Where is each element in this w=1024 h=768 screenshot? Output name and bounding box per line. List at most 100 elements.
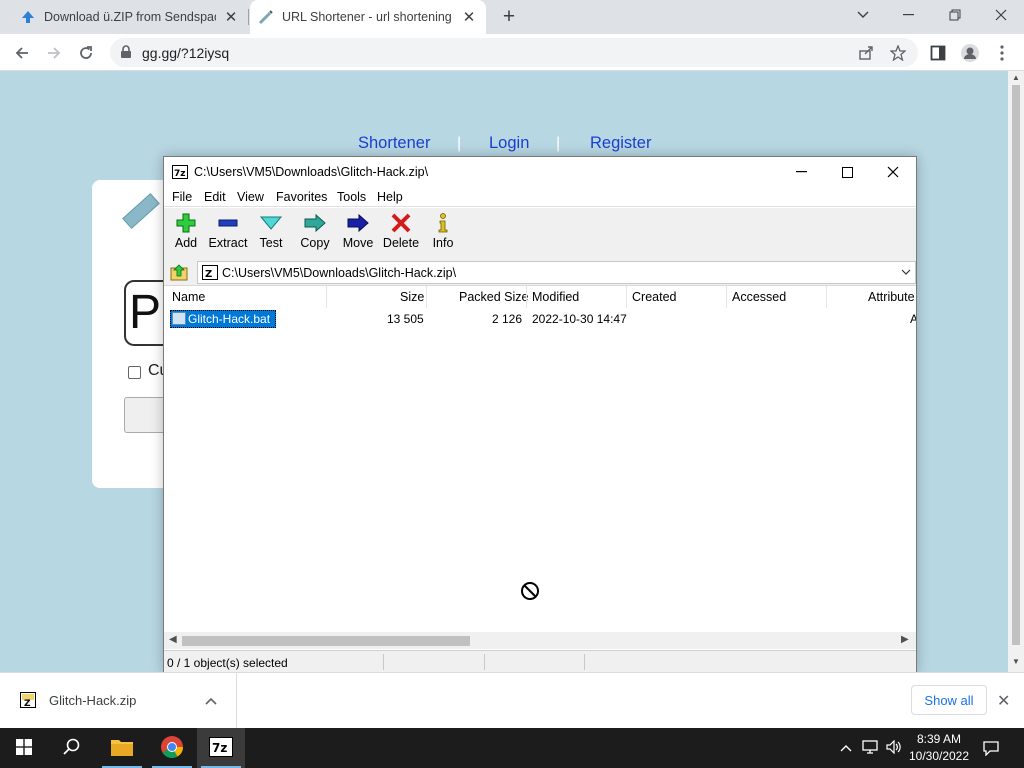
menu-view[interactable]: View: [237, 190, 264, 204]
file-list[interactable]: Name Size Packed Size Modified Created A…: [164, 286, 916, 632]
sevenzip-maximize-button[interactable]: [824, 157, 870, 187]
close-shelf-icon[interactable]: ✕: [997, 691, 1010, 711]
share-icon[interactable]: [857, 44, 875, 62]
column-divider: [326, 286, 327, 308]
system-clock[interactable]: 8:39 AM 10/30/2022: [906, 731, 972, 765]
sevenzip-titlebar[interactable]: 7z C:\Users\VM5\Downloads\Glitch-Hack.zi…: [164, 157, 916, 187]
nav-register-link[interactable]: Register: [590, 134, 651, 153]
menu-favorites[interactable]: Favorites: [276, 190, 327, 204]
scroll-left-icon[interactable]: ◀: [169, 634, 177, 645]
col-name[interactable]: Name: [172, 290, 205, 304]
archive-icon: Z: [202, 265, 218, 280]
col-modified[interactable]: Modified: [532, 290, 579, 304]
sevenzip-taskbar-button[interactable]: 7z: [197, 728, 245, 768]
svg-text:Z: Z: [24, 699, 31, 708]
move-label: Move: [342, 236, 374, 250]
menu-edit[interactable]: Edit: [204, 190, 226, 204]
address-bar[interactable]: gg.gg/?12iysq: [110, 38, 918, 67]
table-row[interactable]: Glitch-Hack.bat 13 505 2 126 2022-10-30 …: [164, 310, 916, 328]
copy-button[interactable]: Copy: [293, 212, 337, 256]
close-tab-icon[interactable]: ✕: [460, 8, 478, 26]
horizontal-scrollbar[interactable]: ◀ ▶: [164, 632, 916, 649]
sevenzip-close-button[interactable]: [870, 157, 916, 187]
search-button[interactable]: [48, 728, 96, 768]
clock-time: 8:39 AM: [916, 732, 962, 746]
profile-avatar-icon[interactable]: [956, 39, 984, 67]
tab-title: Download ü.ZIP from Sendspace: [44, 10, 216, 24]
restore-button[interactable]: [932, 0, 978, 30]
sevenzip-toolbar: Add Extract Test Copy Move Delete Info: [164, 208, 916, 258]
svg-text:7z: 7z: [212, 741, 227, 755]
sevenzip-app-icon: 7z: [209, 736, 233, 760]
menu-kebab-icon[interactable]: [988, 39, 1016, 67]
nav-login-link[interactable]: Login: [489, 134, 529, 153]
custom-alias-checkbox[interactable]: [128, 366, 141, 379]
forward-icon[interactable]: [40, 39, 68, 67]
scrollbar-thumb[interactable]: [182, 636, 470, 646]
sevenzip-menubar: File Edit View Favorites Tools Help: [164, 187, 916, 207]
check-icon: [259, 212, 283, 234]
show-hidden-icons-icon[interactable]: [840, 740, 852, 755]
copy-arrow-icon: [303, 212, 327, 234]
volume-icon[interactable]: [886, 739, 902, 757]
move-button[interactable]: Move: [336, 212, 380, 256]
col-packed-size[interactable]: Packed Size: [459, 290, 528, 304]
new-tab-button[interactable]: +: [497, 5, 521, 28]
url-text: gg.gg/?12iysq: [142, 45, 230, 61]
chrome-button[interactable]: [148, 728, 196, 768]
file-explorer-button[interactable]: [98, 728, 146, 768]
scroll-up-icon[interactable]: ▲: [1012, 73, 1020, 82]
info-button[interactable]: Info: [421, 212, 465, 256]
info-icon: [431, 212, 455, 234]
tab-search-icon[interactable]: [840, 0, 886, 30]
folder-up-icon[interactable]: [169, 262, 189, 282]
selection-status: 0 / 1 object(s) selected: [167, 656, 288, 670]
page-scrollbar[interactable]: ▲ ▼: [1008, 71, 1024, 672]
sevenzip-addressbar: Z C:\Users\VM5\Downloads\Glitch-Hack.zip…: [164, 258, 916, 286]
sevenzip-title: C:\Users\VM5\Downloads\Glitch-Hack.zip\: [194, 165, 429, 179]
notifications-icon[interactable]: [983, 740, 999, 759]
col-created[interactable]: Created: [632, 290, 676, 304]
network-icon[interactable]: [862, 740, 878, 757]
bookmark-star-icon[interactable]: [889, 44, 907, 62]
col-attribute[interactable]: Attribute: [868, 290, 915, 304]
extract-button[interactable]: Extract: [206, 212, 250, 256]
col-size[interactable]: Size: [400, 290, 424, 304]
back-icon[interactable]: [8, 39, 36, 67]
reload-icon[interactable]: [72, 39, 100, 67]
download-item[interactable]: Z Glitch-Hack.zip: [0, 673, 237, 729]
windows-logo-icon: [16, 738, 32, 758]
col-accessed[interactable]: Accessed: [732, 290, 786, 304]
path-combobox[interactable]: Z C:\Users\VM5\Downloads\Glitch-Hack.zip…: [197, 261, 916, 284]
start-button[interactable]: [0, 728, 48, 768]
scroll-down-icon[interactable]: ▼: [1012, 657, 1020, 666]
menu-help[interactable]: Help: [377, 190, 403, 204]
file-list-header: Name Size Packed Size Modified Created A…: [164, 286, 916, 308]
menu-file[interactable]: File: [172, 190, 192, 204]
not-allowed-cursor-icon: [520, 581, 540, 604]
status-divider: [484, 654, 485, 670]
status-divider: [383, 654, 384, 670]
nav-shortener-link[interactable]: Shortener: [358, 134, 430, 153]
wand-icon: [258, 9, 274, 25]
chevron-up-icon[interactable]: [205, 693, 217, 708]
add-button[interactable]: Add: [164, 212, 208, 256]
delete-button[interactable]: Delete: [379, 212, 423, 256]
close-window-button[interactable]: [978, 0, 1024, 30]
show-all-button[interactable]: Show all: [911, 685, 987, 715]
tab-sendspace[interactable]: Download ü.ZIP from Sendspace ✕: [14, 0, 250, 34]
side-panel-icon[interactable]: [924, 39, 952, 67]
file-name[interactable]: Glitch-Hack.bat: [188, 312, 270, 326]
menu-tools[interactable]: Tools: [337, 190, 366, 204]
chevron-down-icon[interactable]: [901, 265, 911, 279]
test-button[interactable]: Test: [249, 212, 293, 256]
info-label: Info: [432, 236, 454, 250]
close-tab-icon[interactable]: ✕: [222, 8, 240, 26]
tab-url-shortener[interactable]: URL Shortener - url shortening s ✕: [250, 0, 486, 34]
sevenzip-minimize-button[interactable]: [778, 157, 824, 187]
scrollbar-thumb[interactable]: [1012, 85, 1020, 645]
lock-icon[interactable]: [120, 45, 132, 62]
minimize-button[interactable]: [886, 0, 932, 30]
file-modified: 2022-10-30 14:47: [532, 312, 627, 326]
scroll-right-icon[interactable]: ▶: [901, 634, 909, 645]
